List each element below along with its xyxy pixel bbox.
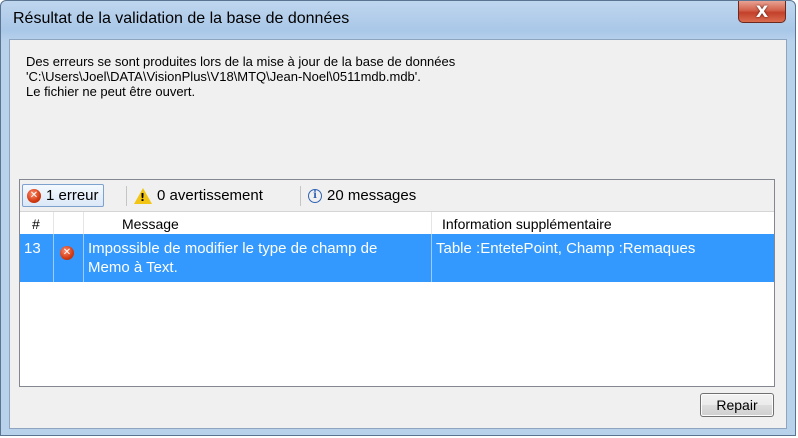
dialog-body: Des erreurs se sont produites lors de la…	[9, 39, 787, 429]
dialog-window: Résultat de la validation de la base de …	[0, 0, 796, 436]
message-line-2: 'C:\Users\Joel\DATA\VisionPlus\V18\MTQ\J…	[26, 69, 421, 84]
messages-filter-label: 20 messages	[327, 187, 417, 204]
row-message: Impossible de modifier le type de champ …	[84, 234, 432, 282]
error-icon: ✕	[27, 188, 41, 203]
close-button[interactable]: X	[738, 1, 786, 23]
warning-icon: !	[134, 187, 152, 204]
error-icon: ✕	[60, 246, 74, 260]
row-message-line-1: Impossible de modifier le type de champ …	[88, 240, 378, 257]
errors-filter-button[interactable]: ✕ 1 erreur	[22, 184, 104, 207]
error-description: Des erreurs se sont produites lors de la…	[26, 54, 455, 99]
close-icon: X	[755, 1, 769, 21]
errors-filter-label: 1 erreur	[46, 187, 99, 204]
grid-header: # Message Information supplémentaire	[20, 212, 774, 235]
info-icon: i	[308, 188, 322, 203]
message-line-3: Le fichier ne peut être ouvert.	[26, 84, 196, 99]
title-bar[interactable]: Résultat de la validation de la base de …	[1, 1, 795, 39]
toolbar-separator	[300, 186, 301, 206]
message-line-1: Des erreurs se sont produites lors de la…	[26, 54, 456, 69]
row-number: 13	[20, 234, 54, 282]
row-info: Table :EntetePoint, Champ :Remaques	[436, 240, 696, 257]
warnings-filter-button[interactable]: ! 0 avertissement	[130, 184, 267, 207]
column-header-info[interactable]: Information supplémentaire	[432, 212, 774, 234]
column-header-number[interactable]: #	[20, 212, 54, 234]
filter-toolbar: ✕ 1 erreur ! 0 avertissement i 20 messag…	[20, 180, 774, 212]
messages-filter-button[interactable]: i 20 messages	[304, 184, 420, 207]
window-title: Résultat de la validation de la base de …	[13, 10, 350, 27]
column-header-type[interactable]	[54, 212, 84, 234]
column-header-message[interactable]: Message	[84, 212, 432, 234]
repair-button[interactable]: Repair	[700, 393, 774, 417]
results-grid: # Message Information supplémentaire 13 …	[20, 212, 774, 386]
row-message-line-2: Memo à Text.	[88, 259, 178, 276]
toolbar-separator	[126, 186, 127, 206]
validation-panel: ✕ 1 erreur ! 0 avertissement i 20 messag…	[19, 179, 775, 387]
warnings-filter-label: 0 avertissement	[157, 187, 263, 204]
row-type: ✕	[54, 234, 84, 282]
table-row[interactable]: 13 ✕ Impossible de modifier le type de c…	[20, 234, 774, 282]
